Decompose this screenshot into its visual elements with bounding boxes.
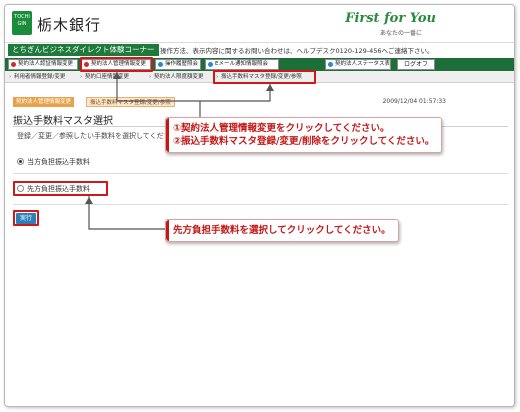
callout-top: ①契約法人管理情報変更をクリックしてください。 ②振込手数料マスタ登録/変更/削…: [165, 117, 443, 153]
callout-accent: [166, 220, 169, 241]
app-window: TOCHI GIN 栃木銀行 First for You あなたの一番に とちぎ…: [4, 4, 515, 407]
callout-bottom: 先方負担手数料を選択してクリックしてください。: [165, 219, 399, 242]
arrow-connectors: [85, 71, 274, 230]
arrow-head-2: [266, 84, 274, 91]
callout-accent: [166, 118, 169, 152]
arrow-head-3: [85, 197, 93, 204]
arrow-line-2: [200, 83, 271, 102]
arrow-line-3: [88, 196, 165, 230]
callout-text: 先方負担手数料を選択してクリックしてください。: [173, 225, 391, 236]
callout-line-2: ②振込手数料マスタ登録/変更/削除をクリックしてください。: [173, 136, 435, 147]
arrow-head-1: [113, 72, 121, 79]
callout-line-1: ①契約法人管理情報変更をクリックしてください。: [173, 123, 390, 134]
arrow-line-1: [116, 71, 201, 117]
